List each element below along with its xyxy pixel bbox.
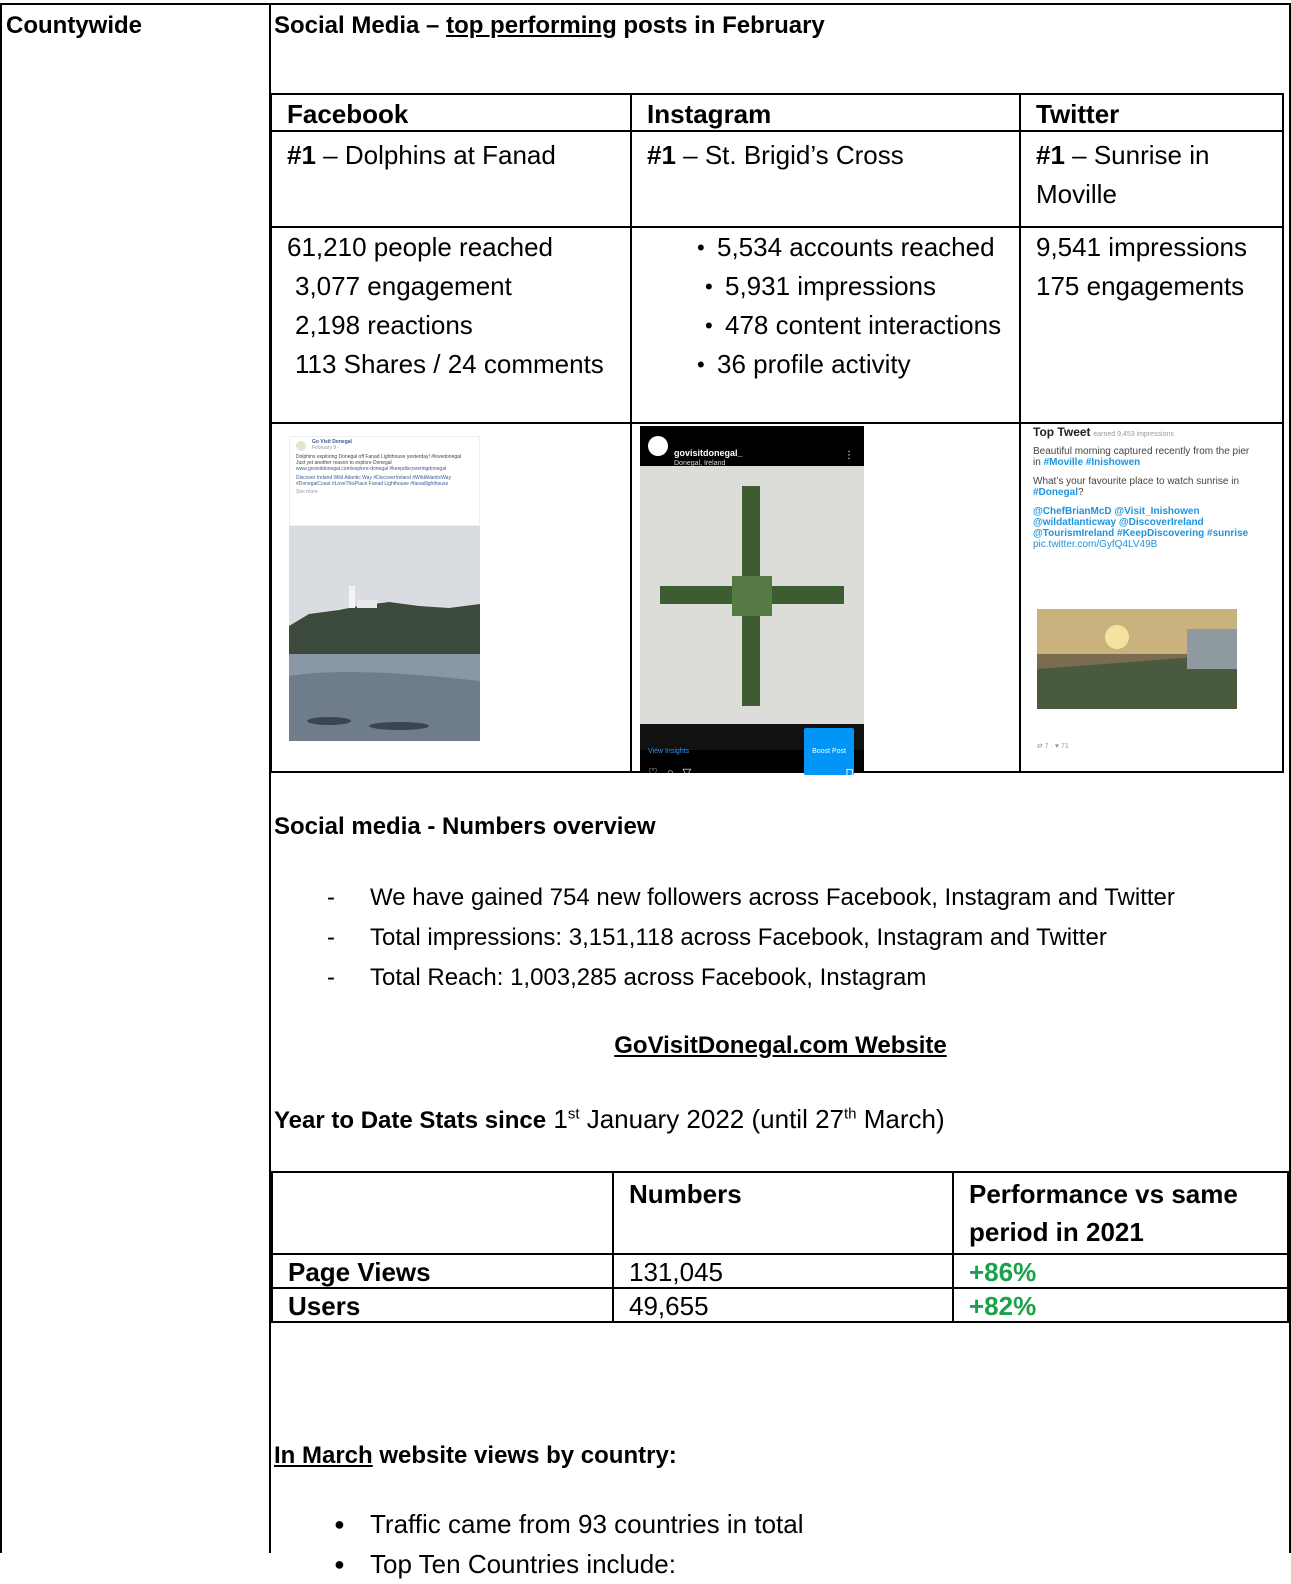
- row-label: Page Views: [271, 1253, 614, 1289]
- website-stats-table: Numbers Performance vs same period in 20…: [271, 1171, 1289, 1323]
- ig-stat: 5,931 impressions: [647, 267, 1011, 306]
- ig-stat: 36 profile activity: [647, 345, 1011, 384]
- instagram-header: Instagram: [630, 93, 1021, 132]
- row-performance: +86%: [952, 1253, 1289, 1289]
- ig-insights-bar: View Insights Boost Post: [640, 724, 864, 775]
- stats-header-numbers: Numbers: [612, 1171, 954, 1255]
- moville-sunrise-photo: [1037, 609, 1237, 709]
- title-underlined: top performing: [446, 12, 617, 39]
- fb-tags: Discover Ireland Wild Atlantic Way #Disc…: [296, 475, 451, 487]
- countywide-label: Countywide: [6, 12, 142, 39]
- social-posts-table: Facebook Instagram Twitter #1 – Dolphins…: [270, 93, 1284, 779]
- overview-item: Total Reach: 1,003,285 across Facebook, …: [274, 958, 1175, 998]
- fb-date: February 9 ·: [312, 445, 340, 451]
- tw-stat: 175 engagements: [1036, 271, 1245, 301]
- fb-stat: 3,077 engagement: [295, 271, 512, 301]
- fb-link: www.govisitdonegal.com/explore-donegal #…: [296, 466, 447, 472]
- twitter-header: Twitter: [1019, 93, 1284, 132]
- fanad-lighthouse-photo: [289, 526, 480, 741]
- ig-avatar: [648, 436, 668, 456]
- overview-item: We have gained 754 new followers across …: [274, 878, 1175, 918]
- tw-earned: earned 9,453 impressions: [1093, 431, 1174, 438]
- instagram-stat-list: 5,534 accounts reached 5,931 impressions…: [647, 228, 1011, 384]
- stats-header-performance: Performance vs same period in 2021: [952, 1171, 1289, 1255]
- ig-action-icons: ♡ ○ ▽: [648, 754, 691, 793]
- table-border-left: [0, 3, 2, 1553]
- instagram-post-screenshot: govisitdonegal_ Donegal, Ireland ⋮ View …: [640, 426, 864, 779]
- ig-stat: 478 content interactions: [647, 306, 1011, 345]
- heart-icon[interactable]: ♡: [648, 767, 658, 779]
- table-row: Users 49,655 +82%: [271, 1287, 1289, 1323]
- march-item: Traffic came from 93 countries in total: [274, 1504, 804, 1544]
- social-header-row: Facebook Instagram Twitter: [270, 93, 1284, 132]
- social-stats-row: 61,210 people reached 3,077 engagement 2…: [270, 226, 1284, 424]
- march-title: In March website views by country:: [274, 1442, 677, 1469]
- tw-text-block: Top Tweet earned 9,453 impressions Beaut…: [1033, 425, 1259, 550]
- twitter-stats: 9,541 impressions 175 engagements: [1019, 226, 1284, 424]
- website-title: GoVisitDonegal.com Website: [614, 1032, 947, 1059]
- top-tweet-label: Top Tweet: [1033, 425, 1091, 439]
- title-suffix: posts in February: [616, 12, 825, 39]
- twitter-post-screenshot: Top Tweet earned 9,453 impressions Beaut…: [1033, 425, 1259, 752]
- row-performance: +82%: [952, 1287, 1289, 1323]
- social-screenshots-row: Go Visit Donegal February 9 · Dolphins e…: [270, 422, 1284, 779]
- social-section-title: Social Media – top performing posts in F…: [274, 12, 825, 40]
- numbers-overview-title: Social media - Numbers overview: [274, 813, 656, 840]
- share-icon[interactable]: ▽: [683, 767, 691, 779]
- tw-line1: Beautiful morning captured recently from…: [1033, 446, 1250, 468]
- tw-link[interactable]: pic.twitter.com/GyfQ4LV49B: [1033, 539, 1259, 550]
- instagram-stats: 5,534 accounts reached 5,931 impressions…: [630, 226, 1021, 424]
- stats-header-row: Numbers Performance vs same period in 20…: [271, 1171, 1289, 1255]
- twitter-screenshot-cell: Top Tweet earned 9,453 impressions Beaut…: [1019, 422, 1284, 773]
- overview-item: Total impressions: 3,151,118 across Face…: [274, 918, 1175, 958]
- fb-stat: 2,198 reactions: [295, 310, 473, 340]
- fb-stat: 113 Shares / 24 comments: [295, 349, 604, 379]
- fb-see-more: See more: [296, 489, 318, 495]
- fb-avatar: [296, 441, 306, 451]
- table-border-top: [0, 3, 1291, 5]
- instagram-screenshot-cell: govisitdonegal_ Donegal, Ireland ⋮ View …: [630, 422, 1021, 779]
- comment-icon[interactable]: ○: [667, 767, 674, 779]
- title-prefix: Social Media –: [274, 12, 447, 39]
- tw-top-tweet-line: Top Tweet earned 9,453 impressions: [1033, 425, 1259, 440]
- march-item: Top Ten Countries include:: [274, 1544, 804, 1584]
- fb-post-header: Go Visit Donegal February 9 · Dolphins e…: [289, 436, 480, 526]
- ig-stat: 5,534 accounts reached: [647, 228, 1011, 267]
- facebook-post-title: #1 – Dolphins at Fanad: [270, 130, 632, 228]
- tw-line2: What’s your favourite place to watch sun…: [1033, 476, 1240, 498]
- instagram-post-title: #1 – St. Brigid’s Cross: [630, 130, 1021, 228]
- table-row: Page Views 131,045 +86%: [271, 1253, 1289, 1289]
- tw-footer: ⇄ 7 · ♥ 71: [1037, 743, 1069, 750]
- numbers-overview-list: We have gained 754 new followers across …: [274, 878, 1175, 998]
- facebook-screenshot-cell: Go Visit Donegal February 9 · Dolphins e…: [270, 422, 632, 773]
- ytd-line: Year to Date Stats since 1st January 202…: [274, 1104, 945, 1134]
- facebook-header: Facebook: [270, 93, 632, 132]
- stats-header-empty: [271, 1171, 614, 1255]
- row-number: 131,045: [612, 1253, 954, 1289]
- st-brigids-cross-photo: [640, 466, 864, 724]
- tw-mentions: @ChefBrianMcD @Visit_Inishowen @wildatla…: [1033, 506, 1249, 539]
- march-list: Traffic came from 93 countries in total …: [274, 1504, 804, 1584]
- ytd-bold: Year to Date Stats since: [274, 1107, 547, 1134]
- facebook-post-screenshot: Go Visit Donegal February 9 · Dolphins e…: [289, 436, 480, 741]
- tw-stat: 9,541 impressions: [1036, 232, 1247, 262]
- bookmark-icon[interactable]: ⊓: [845, 754, 854, 793]
- social-post-title-row: #1 – Dolphins at Fanad #1 – St. Brigid’s…: [270, 130, 1284, 228]
- twitter-post-title: #1 – Sunrise in Moville: [1019, 130, 1284, 228]
- facebook-stats: 61,210 people reached 3,077 engagement 2…: [270, 226, 632, 424]
- row-number: 49,655: [612, 1287, 954, 1323]
- fb-stat: 61,210 people reached: [287, 232, 554, 262]
- row-label: Users: [271, 1287, 614, 1323]
- document-page: Countywide Social Media – top performing…: [0, 0, 1291, 1584]
